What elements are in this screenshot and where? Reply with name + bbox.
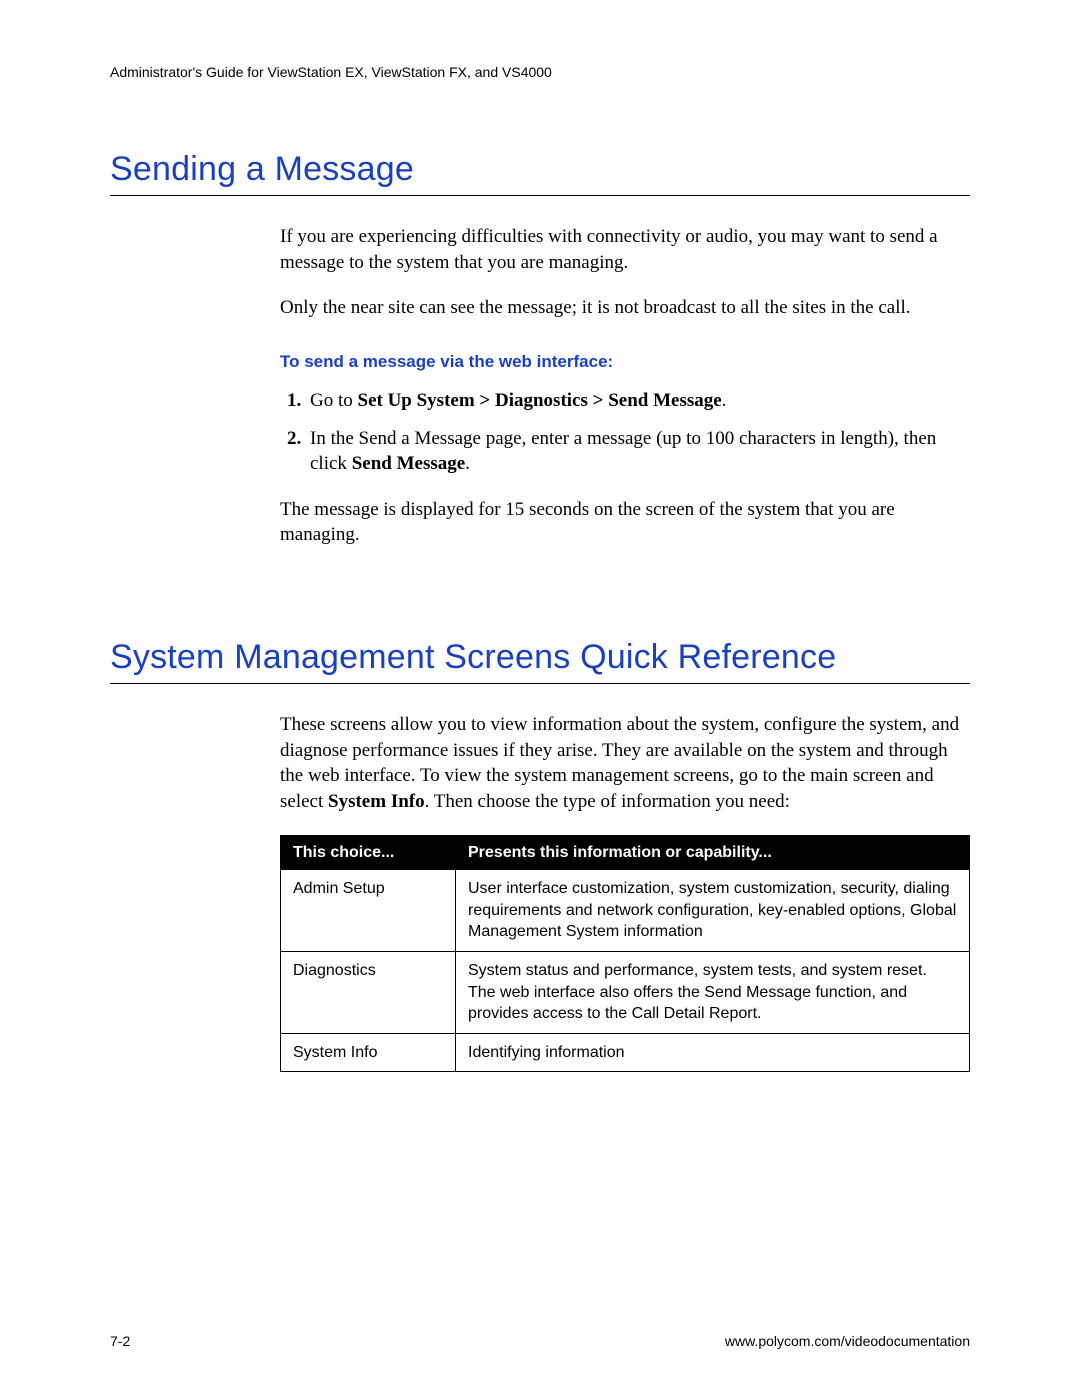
step-2: In the Send a Message page, enter a mess… (306, 426, 970, 477)
table-row: Diagnostics System status and performanc… (281, 952, 970, 1034)
procedure-steps: Go to Set Up System > Diagnostics > Send… (280, 388, 970, 477)
section1-body: If you are experiencing difficulties wit… (280, 224, 970, 548)
p1-bold: System Info (328, 791, 425, 812)
step-2-b: . (465, 453, 470, 474)
table-cell-desc: User interface customization, system cus… (456, 870, 970, 952)
table-cell-desc: System status and performance, system te… (456, 952, 970, 1034)
paragraph: If you are experiencing difficulties wit… (280, 224, 970, 275)
document-page: Administrator's Guide for ViewStation EX… (0, 0, 1080, 1397)
table-header-choice: This choice... (281, 835, 456, 870)
step-1-suffix: . (722, 390, 727, 411)
paragraph: The message is displayed for 15 seconds … (280, 497, 970, 548)
table-cell-choice: Admin Setup (281, 870, 456, 952)
table-cell-choice: System Info (281, 1033, 456, 1072)
step-1-prefix: Go to (310, 390, 358, 411)
heading-rule (110, 195, 970, 196)
step-1-bold: Set Up System > Diagnostics > Send Messa… (358, 390, 722, 411)
p1-b: . Then choose the type of information yo… (425, 791, 790, 812)
table-row: System Info Identifying information (281, 1033, 970, 1072)
step-2-bold: Send Message (352, 453, 465, 474)
heading-rule (110, 683, 970, 684)
section-heading-sending-message: Sending a Message (110, 150, 970, 189)
footer-url: www.polycom.com/videodocumentation (725, 1333, 970, 1349)
table-cell-desc: Identifying information (456, 1033, 970, 1072)
table-header-desc: Presents this information or capability.… (456, 835, 970, 870)
table-cell-choice: Diagnostics (281, 952, 456, 1034)
reference-table: This choice... Presents this information… (280, 835, 970, 1073)
section2-body: These screens allow you to view informat… (280, 712, 970, 1072)
table-header-row: This choice... Presents this information… (281, 835, 970, 870)
paragraph: Only the near site can see the message; … (280, 295, 970, 321)
page-footer: 7-2 www.polycom.com/videodocumentation (110, 1333, 970, 1349)
running-head: Administrator's Guide for ViewStation EX… (110, 64, 970, 80)
paragraph: These screens allow you to view informat… (280, 712, 970, 815)
table-row: Admin Setup User interface customization… (281, 870, 970, 952)
page-number: 7-2 (110, 1333, 130, 1349)
section-heading-quick-reference: System Management Screens Quick Referenc… (110, 638, 970, 677)
procedure-subhead: To send a message via the web interface: (280, 351, 970, 374)
step-1: Go to Set Up System > Diagnostics > Send… (306, 388, 970, 414)
